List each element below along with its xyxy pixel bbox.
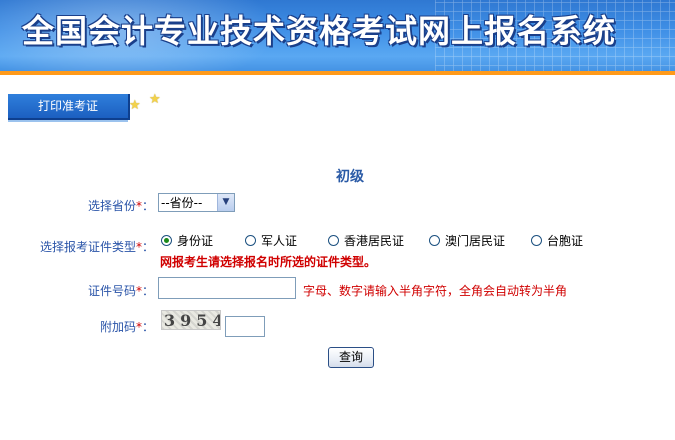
- id-number-label-text: 证件号码: [87, 284, 136, 298]
- tab-bar: 打印准考证 ★ ★: [0, 88, 675, 122]
- radio-button[interactable]: [161, 235, 172, 246]
- id-number-label: 证件号码*：: [87, 284, 154, 298]
- id-type-warning: 网报考生请选择报名时所选的证件类型。: [160, 255, 377, 269]
- captcha-image[interactable]: 3954: [161, 310, 221, 330]
- province-label-text: 选择省份: [87, 199, 136, 213]
- tab-underline: [8, 120, 128, 122]
- province-select-value: --省份--: [161, 196, 203, 210]
- id-type-label: 选择报考证件类型*：: [39, 240, 154, 254]
- radio-label: 香港居民证: [344, 234, 405, 248]
- captcha-label-text: 附加码: [99, 320, 136, 334]
- radio-label: 台胞证: [547, 234, 584, 248]
- radio-label: 澳门居民证: [445, 234, 506, 248]
- star-icon: ★: [149, 92, 161, 107]
- captcha-label: 附加码*：: [99, 320, 154, 334]
- captcha-code: 3954: [164, 311, 220, 330]
- chevron-down-icon[interactable]: ▼: [217, 194, 234, 211]
- radio-button[interactable]: [531, 235, 542, 246]
- required-mark: *: [135, 240, 142, 254]
- tab-print-admission-ticket[interactable]: 打印准考证: [8, 94, 130, 120]
- id-number-hint: 字母、数字请输入半角字符，全角会自动转为半角: [303, 284, 568, 298]
- required-mark: *: [135, 284, 142, 298]
- query-button[interactable]: 查询: [328, 347, 374, 368]
- required-mark: *: [135, 199, 142, 213]
- captcha-input[interactable]: [225, 316, 265, 337]
- banner-stripe: [0, 71, 675, 75]
- star-icon: ★: [129, 98, 141, 113]
- radio-button[interactable]: [245, 235, 256, 246]
- radio-button[interactable]: [328, 235, 339, 246]
- id-number-input[interactable]: [158, 277, 296, 299]
- exam-level-heading: 初级: [336, 169, 364, 185]
- radio-label: 身份证: [177, 234, 214, 248]
- province-label: 选择省份*：: [87, 199, 154, 213]
- id-type-label-text: 选择报考证件类型: [39, 240, 136, 254]
- header-banner: 全国会计专业技术资格考试网上报名系统: [0, 0, 675, 75]
- province-select[interactable]: --省份-- ▼: [158, 193, 235, 212]
- required-mark: *: [135, 320, 142, 334]
- radio-button[interactable]: [429, 235, 440, 246]
- radio-label: 军人证: [261, 234, 298, 248]
- page-title: 全国会计专业技术资格考试网上报名系统: [22, 12, 617, 50]
